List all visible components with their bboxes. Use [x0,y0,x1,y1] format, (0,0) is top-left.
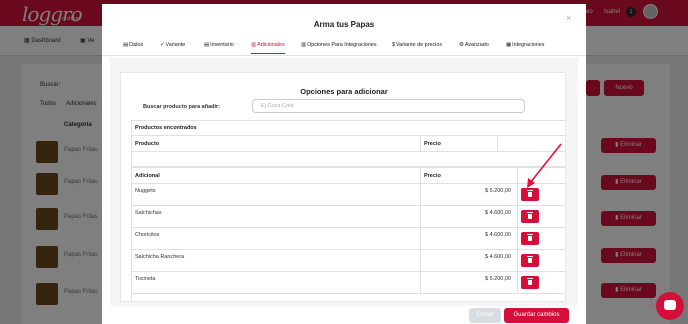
tab-label: Adicionales [257,42,285,48]
tab-label: Variante [165,42,186,48]
tab-integraciones[interactable]: ▦Integraciones [506,42,544,48]
column-header-price: Precio [421,136,498,152]
column-header-price: Precio [421,168,518,184]
chat-button[interactable] [656,292,684,320]
added-extras-table: Adicional Precio Nuggets $ 5.200,00 Salc… [131,167,565,301]
table-cell-actions [518,250,565,272]
table-cell-price: $ 4.600,00 [421,206,518,228]
tab-variante-precios[interactable]: $Variante de precios [392,42,442,48]
trash-icon [527,256,533,263]
table-cell-name: Salchicha Ranchera [132,250,421,272]
extras-card: Opciones para adicionar Buscar producto … [120,72,566,302]
gear-icon: ⚙ [459,42,464,48]
table-cell-name: Nuggets [132,184,421,206]
tab-label: Opciones Para Integraciones [307,42,377,48]
table-cell-price: $ 4.600,00 [421,228,518,250]
search-label: Buscar producto para añadir: [143,104,221,110]
found-products-empty-row [132,152,565,167]
table-cell-name: Tocineta [132,272,421,294]
table-cell-actions [518,228,565,250]
tab-label: Avanzado [464,42,489,48]
tab-adicionales[interactable]: ▥Adicionales [251,42,285,54]
trash-icon [527,212,533,219]
tab-opciones-integraciones[interactable]: ▥Opciones Para Integraciones [301,42,377,48]
modal-title: Arma tus Papas [313,20,375,29]
delete-button[interactable] [521,210,539,223]
check-icon: ✓ [160,42,165,48]
delete-button[interactable] [521,188,539,201]
tab-inventario[interactable]: ▤Inventario [204,42,234,48]
table-cell-name: Choricitos [132,228,421,250]
column-header-actions [518,168,565,184]
close-button[interactable]: Cerrar [469,308,501,323]
table-cell-actions [518,272,565,294]
trash-icon [527,278,533,285]
modal-body: Opciones para adicionar Buscar producto … [110,58,578,306]
column-header-product: Producto [132,136,421,152]
section-title: Opciones para adicionar [300,87,388,96]
table-cell-actions [518,184,565,206]
tab-avanzado[interactable]: ⚙Avanzado [459,42,489,48]
grid-icon: ▦ [506,42,512,48]
close-icon[interactable]: × [566,13,571,23]
product-modal: Arma tus Papas × ▤Datos ✓Variante ▤Inven… [102,4,586,324]
table-cell-price: $ 4.600,00 [421,250,518,272]
table-cell-name: Salchichas [132,206,421,228]
trash-icon [527,190,533,197]
tab-datos[interactable]: ▤Datos [123,42,143,48]
chat-icon [664,300,676,310]
inventory-icon: ▤ [204,42,210,48]
tab-label: Datos [129,42,144,48]
tab-label: Inventario [210,42,234,48]
tab-label: Variante de precios [396,42,443,48]
modal-tabs: ▤Datos ✓Variante ▤Inventario ▥Adicionale… [102,38,586,56]
column-header-actions [498,136,565,152]
tab-variante[interactable]: ✓Variante [160,42,185,48]
table-cell-price: $ 5.200,00 [421,272,518,294]
product-search-input[interactable] [252,99,525,113]
tab-label: Integraciones [512,42,545,48]
table-cell-price: $ 5.200,00 [421,184,518,206]
column-header-adicional: Adicional [132,168,421,184]
trash-icon [527,234,533,241]
table-cell-actions [518,206,565,228]
delete-button[interactable] [521,254,539,267]
delete-button[interactable] [521,276,539,289]
modal-footer: Cerrar Guardar cambios [102,306,586,324]
found-products-header: Productos encontrados [132,121,565,136]
options-icon: ▥ [301,42,307,48]
list-icon: ▤ [123,42,129,48]
extras-icon: ▥ [251,42,257,48]
save-button[interactable]: Guardar cambios [504,308,569,323]
dollar-icon: $ [392,42,395,48]
delete-button[interactable] [521,232,539,245]
